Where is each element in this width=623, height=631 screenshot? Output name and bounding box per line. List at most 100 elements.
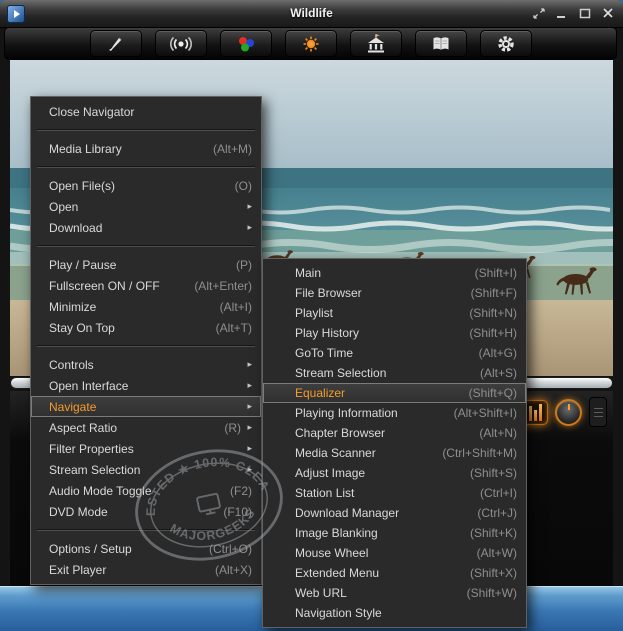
submenu-arrow-icon: ▸ (241, 422, 252, 433)
menu-item[interactable]: File Browser (Shift+F) (263, 283, 526, 303)
screen: Wildlife (0, 0, 623, 631)
menu-item[interactable]: DVD Mode (F10) (31, 501, 261, 522)
menu-item[interactable]: Main (Shift+I) (263, 263, 526, 283)
menu-item[interactable]: Chapter Browser (Alt+N) (263, 423, 526, 443)
menu-item-shortcut: (F2) (230, 484, 252, 498)
menu-item[interactable]: Aspect Ratio (R) ▸ (31, 417, 261, 438)
menu-item-shortcut: (Alt+T) (216, 321, 252, 335)
grip-button-icon[interactable] (589, 397, 607, 427)
fullscreen-icon[interactable] (530, 6, 548, 21)
menu-item-shortcut: (Alt+S) (480, 366, 517, 380)
menu-separator (37, 529, 255, 531)
playlist-book-icon[interactable] (415, 30, 467, 57)
color-controls-icon[interactable] (220, 30, 272, 57)
menu-item[interactable]: Playlist (Shift+N) (263, 303, 526, 323)
submenu-arrow-icon: ▸ (241, 201, 252, 212)
menu-item-label: Adjust Image (295, 466, 452, 480)
window-buttons (530, 6, 617, 21)
menu-item-label: Playlist (295, 306, 451, 320)
submenu-arrow-icon: ▸ (241, 359, 252, 370)
menu-item-shortcut: (Alt+G) (479, 346, 517, 360)
menu-item[interactable]: Image Blanking (Shift+K) (263, 523, 526, 543)
menu-item[interactable]: Stream Selection ▸ (31, 459, 261, 480)
menu-item-label: Audio Mode Toggle (49, 484, 212, 498)
menu-item[interactable]: Open ▸ (31, 196, 261, 217)
menu-item-shortcut: (Ctrl+O) (209, 542, 252, 556)
submenu-arrow-icon: ▸ (241, 401, 252, 412)
menu-item-label: Mouse Wheel (295, 546, 459, 560)
menu-item-label: Open Interface (49, 379, 223, 393)
menu-item[interactable]: Stay On Top (Alt+T) (31, 317, 261, 338)
menu-item-label: Download Manager (295, 506, 459, 520)
seek-knob-icon[interactable] (555, 399, 582, 426)
menu-item[interactable]: Minimize (Alt+I) (31, 296, 261, 317)
menu-item-shortcut: (F10) (223, 505, 252, 519)
menu-item[interactable]: Audio Mode Toggle (F2) (31, 480, 261, 501)
menu-item[interactable]: Stream Selection (Alt+S) (263, 363, 526, 383)
titlebar[interactable]: Wildlife (0, 0, 623, 28)
menu-item-label: Station List (295, 486, 462, 500)
minimize-icon[interactable] (553, 6, 571, 21)
menu-item[interactable]: Equalizer (Shift+Q) (263, 383, 526, 403)
menu-item[interactable]: Navigation Style (263, 603, 526, 623)
menu-item[interactable]: GoTo Time (Alt+G) (263, 343, 526, 363)
menu-item[interactable]: Exit Player (Alt+X) (31, 559, 261, 580)
menu-item-label: GoTo Time (295, 346, 461, 360)
broadcast-icon[interactable] (155, 30, 207, 57)
menu-item-shortcut: (Shift+S) (470, 466, 517, 480)
menu-item[interactable]: Media Library (Alt+M) (31, 138, 261, 159)
menu-item[interactable]: Close Navigator (31, 101, 261, 122)
submenu-arrow-icon: ▸ (241, 380, 252, 391)
menu-item-shortcut: (Ctrl+J) (477, 506, 517, 520)
menu-item-label: Playing Information (295, 406, 436, 420)
menu-item-label: Media Scanner (295, 446, 424, 460)
menu-item-label: Open File(s) (49, 179, 217, 193)
menu-item[interactable]: Playing Information (Alt+Shift+I) (263, 403, 526, 423)
menu-item[interactable]: Navigate ▸ (31, 396, 261, 417)
menu-item-label: Controls (49, 358, 223, 372)
menu-item-shortcut: (R) (224, 421, 241, 435)
menu-item[interactable]: Download Manager (Ctrl+J) (263, 503, 526, 523)
menu-item[interactable]: Adjust Image (Shift+S) (263, 463, 526, 483)
menu-item-label: File Browser (295, 286, 453, 300)
menu-item-label: Image Blanking (295, 526, 452, 540)
navigate-submenu: Main (Shift+I) File Browser (Shift+F) Pl… (262, 258, 527, 628)
menu-item-label: Minimize (49, 300, 202, 314)
menu-item[interactable]: Extended Menu (Shift+X) (263, 563, 526, 583)
menu-item[interactable]: Station List (Ctrl+I) (263, 483, 526, 503)
skin-brush-icon[interactable] (90, 30, 142, 57)
menu-item-label: Close Navigator (49, 105, 234, 119)
maximize-icon[interactable] (576, 6, 594, 21)
menu-item[interactable]: Play / Pause (P) (31, 254, 261, 275)
settings-gear-icon[interactable] (480, 30, 532, 57)
menu-item[interactable]: Media Scanner (Ctrl+Shift+M) (263, 443, 526, 463)
menu-item-label: Main (295, 266, 457, 280)
menu-item-shortcut: (Alt+Enter) (194, 279, 252, 293)
menu-item[interactable]: Options / Setup (Ctrl+O) (31, 538, 261, 559)
submenu-arrow-icon: ▸ (241, 443, 252, 454)
menu-item-shortcut: (Alt+I) (220, 300, 252, 314)
menu-item-shortcut: (Shift+W) (467, 586, 517, 600)
menu-item[interactable]: Fullscreen ON / OFF (Alt+Enter) (31, 275, 261, 296)
menu-item-label: Extended Menu (295, 566, 452, 580)
menu-item-label: Options / Setup (49, 542, 191, 556)
menu-item[interactable]: Open Interface ▸ (31, 375, 261, 396)
media-library-icon[interactable] (350, 30, 402, 57)
menu-item[interactable]: Open File(s) (O) (31, 175, 261, 196)
menu-item-shortcut: (Alt+M) (213, 142, 252, 156)
menu-item-shortcut: (Ctrl+Shift+M) (442, 446, 517, 460)
menu-item[interactable]: Controls ▸ (31, 354, 261, 375)
menu-item-label: Play History (295, 326, 451, 340)
menu-item[interactable]: Download ▸ (31, 217, 261, 238)
submenu-arrow-icon: ▸ (241, 222, 252, 233)
menu-item-label: Download (49, 221, 223, 235)
menu-item[interactable]: Web URL (Shift+W) (263, 583, 526, 603)
menu-item[interactable]: Filter Properties ▸ (31, 438, 261, 459)
menu-item-shortcut: (Shift+Q) (469, 386, 517, 400)
menu-item-label: Navigate (49, 400, 223, 414)
menu-item[interactable]: Mouse Wheel (Alt+W) (263, 543, 526, 563)
close-icon[interactable] (599, 6, 617, 21)
brightness-icon[interactable] (285, 30, 337, 57)
menu-item-shortcut: (Shift+N) (469, 306, 517, 320)
menu-item[interactable]: Play History (Shift+H) (263, 323, 526, 343)
